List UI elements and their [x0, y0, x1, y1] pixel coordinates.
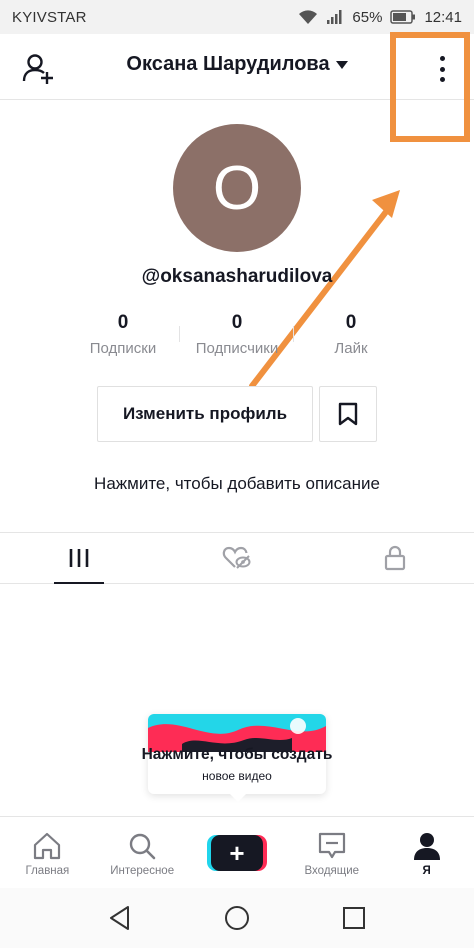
stat-label: Лайк — [334, 340, 368, 357]
battery-percent: 65% — [352, 8, 383, 26]
wifi-icon — [299, 10, 318, 24]
liked-hidden-icon — [222, 546, 251, 569]
profile-stats: 0 Подписки 0 Подписчики 0 Лайк — [0, 312, 474, 357]
create-button[interactable]: + — [206, 835, 267, 871]
signal-icon — [327, 10, 342, 24]
stat-label: Подписки — [89, 340, 157, 357]
stat-value: 0 — [117, 312, 129, 333]
nav-inbox[interactable]: Входящие — [284, 817, 379, 888]
search-icon — [129, 833, 156, 860]
tab-private[interactable] — [316, 533, 474, 583]
nav-me-label: Я — [422, 865, 431, 877]
stat-likes[interactable]: 0 Лайк — [294, 312, 408, 357]
grid-icon — [69, 549, 89, 567]
lock-icon — [384, 545, 406, 571]
profile-actions: Изменить профиль — [97, 386, 377, 442]
nav-home[interactable]: Главная — [0, 817, 95, 888]
caret-down-icon — [335, 60, 348, 69]
back-icon[interactable] — [108, 905, 132, 931]
nav-create[interactable]: + — [190, 817, 285, 888]
stat-followers[interactable]: 0 Подписчики — [180, 312, 294, 357]
profile-icon — [413, 833, 440, 860]
plus-icon: + — [210, 835, 263, 871]
bottom-navigation: Главная Интересное + Входящие Я — [0, 816, 474, 888]
battery-icon — [390, 10, 416, 24]
nav-discover[interactable]: Интересное — [95, 817, 190, 888]
nav-home-label: Главная — [25, 865, 70, 877]
home-circle-icon[interactable] — [224, 905, 250, 931]
username: @oksanasharudilova — [141, 266, 333, 287]
tab-liked[interactable] — [158, 533, 316, 583]
profile-tabs — [0, 532, 474, 584]
status-right: 65% 12:41 — [298, 9, 462, 26]
recents-icon[interactable] — [342, 906, 366, 930]
clock: 12:41 — [424, 8, 462, 26]
system-navigation — [0, 888, 474, 948]
tab-videos[interactable] — [0, 533, 158, 584]
avatar-letter: О — [212, 153, 262, 223]
highlight-frame — [390, 32, 470, 142]
create-video-tooltip[interactable]: Нажмите, чтобы создать новое видео — [142, 714, 332, 802]
bookmark-icon — [338, 402, 358, 426]
stat-following[interactable]: 0 Подписки — [66, 312, 180, 357]
edit-profile-button[interactable]: Изменить профиль — [97, 386, 313, 442]
nav-inbox-label: Входящие — [304, 865, 360, 877]
avatar[interactable]: О — [173, 124, 301, 252]
tooltip-pointer — [230, 794, 246, 802]
nav-discover-label: Интересное — [110, 865, 175, 877]
account-name: Оксана Шарудилова — [126, 53, 330, 75]
home-icon — [34, 832, 61, 860]
carrier-name: KYIVSTAR — [12, 8, 87, 26]
tooltip-subtitle: новое видео — [202, 769, 272, 783]
stat-value: 0 — [345, 312, 357, 333]
bio-prompt[interactable]: Нажмите, чтобы добавить описание — [0, 474, 474, 494]
stat-value: 0 — [231, 312, 243, 333]
nav-me[interactable]: Я — [379, 817, 474, 888]
inbox-icon — [318, 832, 345, 859]
tooltip-title: Нажмите, чтобы создать — [141, 746, 333, 763]
stat-label: Подписчики — [195, 340, 279, 357]
favorites-button[interactable] — [319, 386, 377, 442]
status-bar: KYIVSTAR 65% 12:41 — [0, 0, 474, 34]
